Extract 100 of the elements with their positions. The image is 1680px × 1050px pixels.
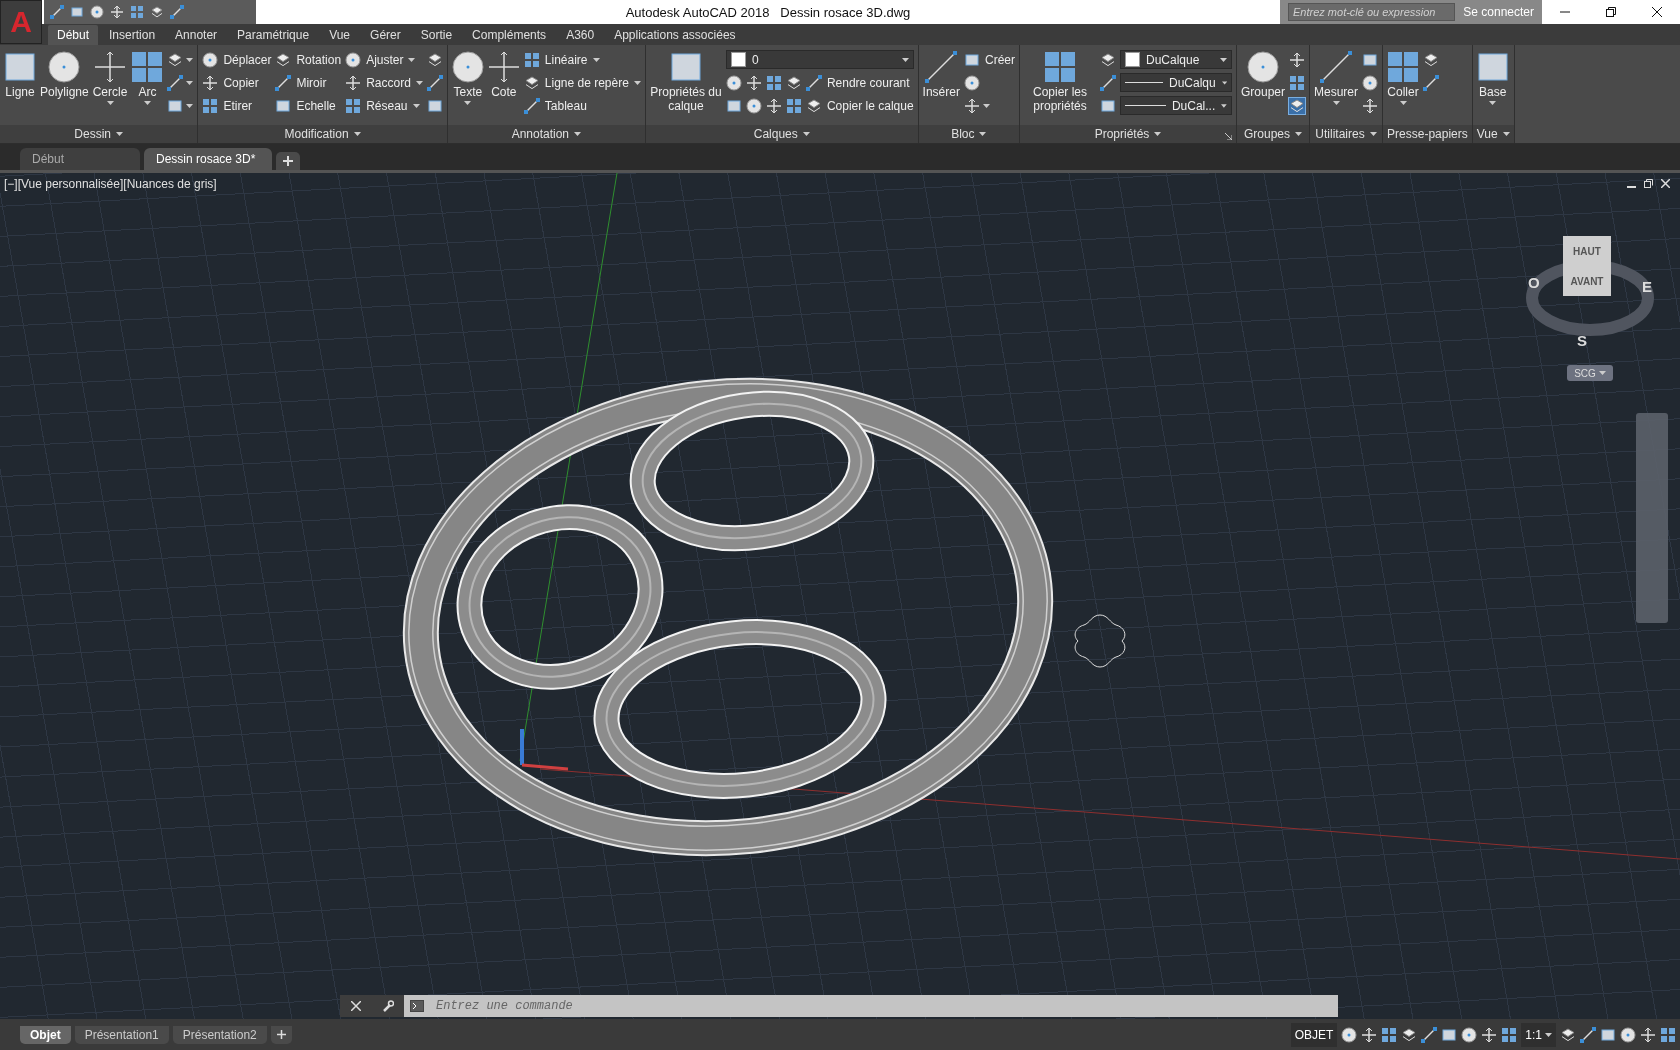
ribbon-button[interactable]: Grouper: [1241, 48, 1285, 125]
tool-button[interactable]: Ajuster: [345, 51, 416, 68]
status-button[interactable]: [1441, 1027, 1458, 1043]
dropdown-field[interactable]: DuCalqu: [1120, 73, 1232, 92]
ribbon-tab[interactable]: Début: [48, 25, 99, 45]
dropdown-field[interactable]: DuCal...: [1120, 96, 1232, 115]
ribbon-button[interactable]: Arc: [131, 48, 164, 125]
tool-button[interactable]: Déplacer: [202, 51, 272, 68]
tool-button[interactable]: Ligne de repère: [523, 74, 641, 91]
compass-label[interactable]: E: [1642, 278, 1652, 295]
tool-button[interactable]: [765, 74, 782, 91]
document-tab[interactable]: Dessin rosace 3D*: [144, 148, 272, 170]
ribbon-tab[interactable]: Insertion: [100, 25, 165, 45]
tool-button[interactable]: [1362, 74, 1379, 91]
ribbon-button[interactable]: Base: [1476, 48, 1509, 125]
sign-in-link[interactable]: Se connecter: [1463, 5, 1534, 19]
tool-button[interactable]: [785, 97, 802, 114]
quick-access-button[interactable]: [70, 5, 84, 19]
ribbon-button[interactable]: Coller: [1387, 48, 1420, 125]
ribbon-tab[interactable]: Compléments: [463, 25, 556, 45]
tool-button[interactable]: [725, 97, 742, 114]
tool-button[interactable]: [1423, 74, 1440, 91]
viewcube-face[interactable]: HAUT: [1563, 236, 1611, 266]
model-space-button[interactable]: OBJET: [1290, 1023, 1338, 1047]
panel-title[interactable]: Dessin: [0, 125, 198, 143]
ribbon-tab[interactable]: Sortie: [411, 25, 462, 45]
ribbon-button[interactable]: Polyligne: [40, 48, 89, 125]
status-button[interactable]: [1401, 1027, 1418, 1043]
tool-button[interactable]: [785, 74, 802, 91]
compass-label[interactable]: S: [1577, 332, 1587, 349]
ribbon-tab[interactable]: Vue: [320, 25, 360, 45]
tool-button[interactable]: [426, 97, 443, 114]
tool-button[interactable]: Copier le calque: [805, 97, 914, 114]
ribbon-button[interactable]: Mesurer: [1314, 48, 1359, 125]
status-button[interactable]: [1660, 1027, 1676, 1043]
ucs-menu-button[interactable]: SCG: [1567, 365, 1613, 381]
command-field[interactable]: Entrez une commande: [430, 995, 1338, 1017]
add-icon[interactable]: [283, 156, 293, 166]
ribbon-tab[interactable]: Paramétrique: [228, 25, 319, 45]
tool-button[interactable]: Linéaire: [523, 51, 600, 68]
ribbon-button[interactable]: Insérer: [922, 48, 960, 125]
dropdown-field[interactable]: 0: [725, 50, 914, 69]
add-icon[interactable]: [276, 1030, 286, 1039]
quick-access-button[interactable]: [90, 5, 104, 19]
tool-button[interactable]: [426, 51, 443, 68]
panel-title[interactable]: Bloc: [918, 125, 1019, 143]
panel-title[interactable]: Vue: [1472, 125, 1514, 143]
panel-title[interactable]: Calques: [645, 125, 918, 143]
tool-button[interactable]: Créer: [963, 51, 1015, 68]
tool-button[interactable]: [1289, 74, 1305, 91]
tool-button[interactable]: [167, 51, 194, 68]
annotation-scale-button[interactable]: 1:1: [1521, 1023, 1556, 1047]
compass-label[interactable]: O: [1528, 274, 1540, 291]
panel-title[interactable]: Modification: [198, 125, 447, 143]
ribbon-button[interactable]: Cote: [487, 48, 520, 125]
wrench-icon[interactable]: [381, 1000, 394, 1012]
ribbon-tab[interactable]: Annoter: [166, 25, 227, 45]
tool-button[interactable]: [963, 74, 980, 91]
ribbon-button[interactable]: Propriétés du calque: [649, 48, 722, 125]
tool-button[interactable]: [725, 74, 742, 91]
launcher-arrow-icon[interactable]: [1225, 133, 1232, 140]
tool-button[interactable]: Raccord: [345, 74, 423, 91]
tool-button[interactable]: Rendre courant: [805, 74, 910, 91]
tool-button[interactable]: [963, 97, 990, 114]
tool-button[interactable]: [1100, 97, 1116, 114]
status-button[interactable]: [1620, 1027, 1636, 1043]
tool-button[interactable]: Rotation: [275, 51, 342, 68]
document-tab[interactable]: Début: [20, 148, 140, 170]
tool-button[interactable]: [167, 97, 194, 114]
tool-button[interactable]: Miroir: [275, 74, 327, 91]
ribbon-tab[interactable]: Applications associées: [605, 25, 745, 45]
layout-tab[interactable]: Présentation1: [74, 1026, 169, 1044]
quick-access-button[interactable]: [130, 5, 144, 19]
tool-button[interactable]: [426, 74, 443, 91]
ribbon-tab[interactable]: A360: [557, 25, 604, 45]
panel-title[interactable]: Groupes: [1237, 125, 1309, 143]
tool-button[interactable]: Tableau: [523, 97, 587, 114]
viewcube-face[interactable]: AVANT: [1563, 266, 1611, 296]
restore-icon[interactable]: [1644, 179, 1653, 188]
tool-button[interactable]: [1423, 51, 1440, 68]
dropdown-field[interactable]: DuCalque: [1120, 50, 1232, 69]
restore-icon[interactable]: [1606, 7, 1616, 17]
ribbon-button[interactable]: Cercle: [92, 48, 128, 125]
tool-button[interactable]: [745, 97, 762, 114]
status-button[interactable]: [1461, 1027, 1478, 1043]
layout-tab[interactable]: Présentation2: [172, 1026, 267, 1044]
tool-button[interactable]: [167, 74, 194, 91]
tool-button[interactable]: [1100, 51, 1116, 68]
status-button[interactable]: [1501, 1027, 1518, 1043]
ribbon-tab[interactable]: Gérer: [361, 25, 410, 45]
panel-title[interactable]: Presse-papiers: [1383, 125, 1472, 143]
tool-button[interactable]: [1289, 97, 1305, 114]
status-button[interactable]: [1600, 1027, 1616, 1043]
ribbon-button[interactable]: Texte: [451, 48, 484, 125]
tool-button[interactable]: Echelle: [275, 97, 336, 114]
panel-title[interactable]: Annotation: [447, 125, 645, 143]
panel-title[interactable]: Propriétés: [1020, 125, 1236, 143]
close-icon[interactable]: [1652, 7, 1662, 17]
tool-button[interactable]: Réseau: [345, 97, 420, 114]
status-button[interactable]: [1381, 1027, 1398, 1043]
